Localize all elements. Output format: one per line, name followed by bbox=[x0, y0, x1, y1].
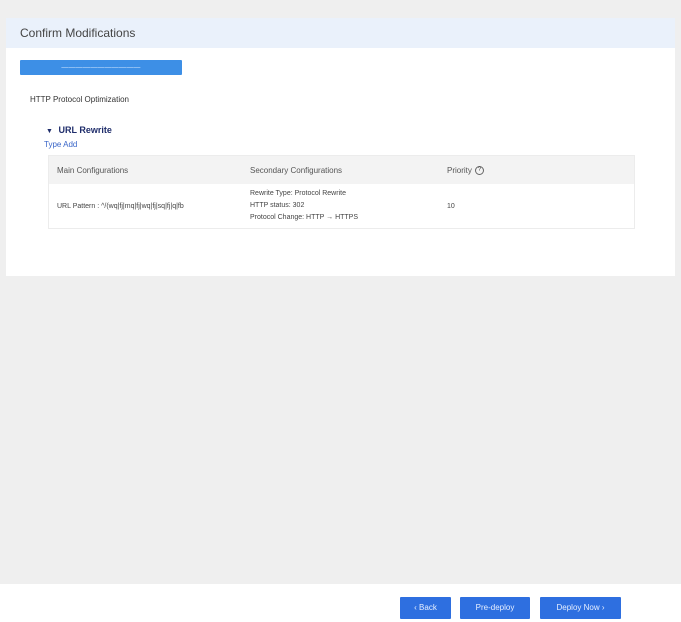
deploy-now-button[interactable]: Deploy Now › bbox=[540, 597, 621, 619]
row-priority: 10 bbox=[447, 202, 455, 210]
rule-toggle[interactable]: ▼ URL Rewrite bbox=[46, 125, 112, 135]
progress-bar: ——————————— bbox=[20, 60, 182, 75]
caret-down-icon: ▼ bbox=[46, 128, 53, 135]
row-secondary-config: Rewrite Type: Protocol Rewrite HTTP stat… bbox=[244, 188, 439, 224]
confirm-modifications-card: Confirm Modifications ——————————— HTTP P… bbox=[6, 18, 675, 276]
table-header-row: Main Configurations Secondary Configurat… bbox=[49, 156, 634, 184]
secondary-line: Rewrite Type: Protocol Rewrite bbox=[250, 190, 346, 197]
priority-label: Priority bbox=[447, 165, 472, 175]
rule-title-label: URL Rewrite bbox=[58, 125, 112, 135]
header-secondary-configurations: Secondary Configurations bbox=[250, 165, 343, 175]
type-add-link[interactable]: Type Add bbox=[44, 140, 77, 149]
progress-label: ——————————— bbox=[61, 64, 141, 71]
configurations-table: Main Configurations Secondary Configurat… bbox=[48, 155, 635, 229]
pre-deploy-button[interactable]: Pre-deploy bbox=[460, 597, 530, 619]
footer-action-bar: ‹ Back Pre-deploy Deploy Now › bbox=[0, 584, 681, 622]
header-priority: Priority ? bbox=[439, 165, 634, 175]
help-icon[interactable]: ? bbox=[474, 165, 484, 175]
secondary-line: HTTP status: 302 bbox=[250, 202, 305, 209]
secondary-line: Protocol Change: HTTP → HTTPS bbox=[250, 214, 359, 221]
section-title: HTTP Protocol Optimization bbox=[30, 95, 129, 104]
header-main-configurations: Main Configurations bbox=[57, 165, 129, 175]
card-title: Confirm Modifications bbox=[6, 18, 675, 48]
table-row: URL Pattern : ^/(wq|fj|mq|fj|wq|fj|sq|fj… bbox=[49, 184, 634, 228]
back-button[interactable]: ‹ Back bbox=[400, 597, 451, 619]
row-main-config: URL Pattern : ^/(wq|fj|mq|fj|wq|fj|sq|fj… bbox=[57, 202, 184, 210]
